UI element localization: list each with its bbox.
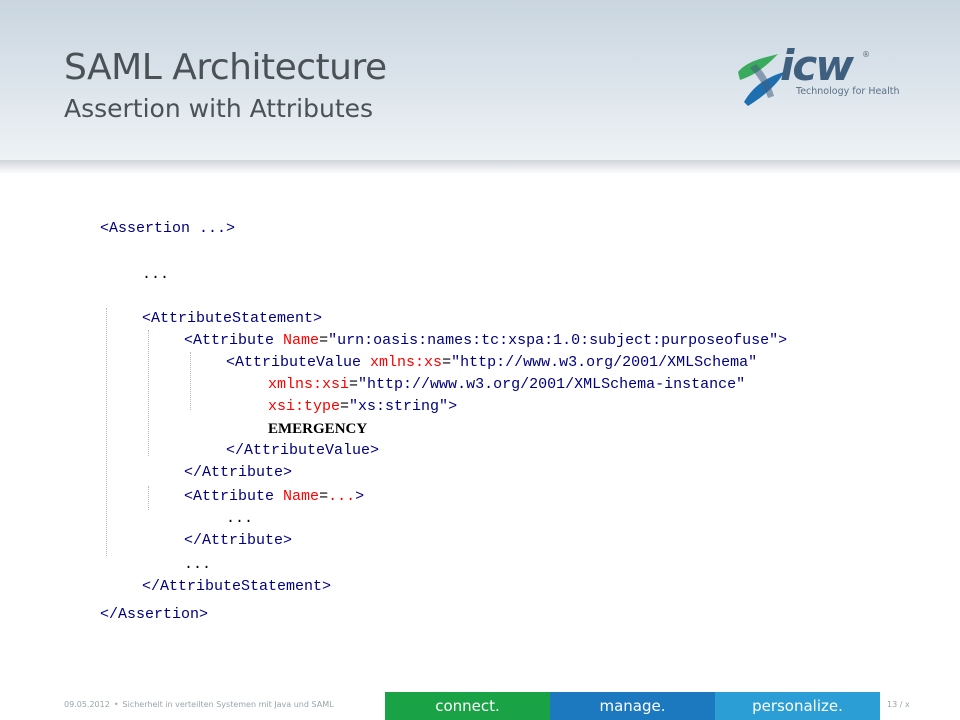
footer-bar-personalize: personalize. [715, 692, 880, 720]
xml-attribute-name: Name [283, 488, 320, 505]
slide-header: SAML Architecture Assertion with Attribu… [0, 0, 960, 160]
xml-tag-close: > [355, 488, 365, 505]
xml-tag: </Assertion> [100, 606, 209, 623]
code-line-16: </Assertion> [64, 582, 208, 623]
code-line-7: xsi:type="xs:string"> [232, 374, 457, 415]
logo-tagline: Technology for Health [796, 86, 900, 97]
header-shadow [0, 160, 960, 174]
code-line-9: </AttributeValue> [190, 418, 379, 459]
footer-meta: 09.05.2012 • Sicherheit in verteilten Syst… [64, 700, 334, 709]
logo-registered-mark: ® [862, 50, 870, 59]
code-line-11: <Attribute Name=...> [148, 464, 364, 505]
footer-bar-connect: connect. [385, 692, 550, 720]
icw-logo: icw ® Technology for Health [734, 40, 904, 116]
code-line-5: <AttributeValue xmlns:xs="http://www.w3.… [190, 330, 757, 371]
logo-wordmark: icw [780, 41, 854, 90]
xml-tag: <Assertion ...> [100, 220, 236, 237]
code-line-13: </Attribute> [148, 508, 292, 549]
xml-tag-close: > [448, 398, 458, 415]
footer-date: 09.05.2012 [64, 700, 110, 709]
slide-title: SAML Architecture [64, 47, 387, 88]
code-line-10: </Attribute> [148, 440, 292, 481]
xml-attribute-value: ... [328, 488, 356, 505]
code-line-12: ... [190, 486, 253, 527]
xml-equals: = [319, 488, 329, 505]
footer-separator: • [113, 700, 119, 709]
code-line-3: <AttributeStatement> [106, 286, 322, 327]
xml-tag-close: > [778, 332, 788, 349]
page-number: 13 / x [887, 700, 910, 709]
code-line-4: <Attribute Name="urn:oasis:names:tc:xspa… [148, 308, 787, 349]
footer-bar-manage: manage. [550, 692, 715, 720]
code-line-1: <Assertion ...> [64, 196, 235, 237]
code-line-15: </AttributeStatement> [106, 554, 331, 595]
code-line-2: ... [106, 242, 169, 283]
code-line-6: xmlns:xsi="http://www.w3.org/2001/XMLSch… [232, 352, 745, 393]
code-line-8: EMERGENCY [232, 396, 367, 437]
slide-subtitle: Assertion with Attributes [64, 94, 374, 123]
footer-topic: Sicherheit in verteilten Systemen mit Ja… [122, 700, 334, 709]
ellipsis: ... [142, 266, 170, 283]
code-line-14: ... [148, 532, 211, 573]
